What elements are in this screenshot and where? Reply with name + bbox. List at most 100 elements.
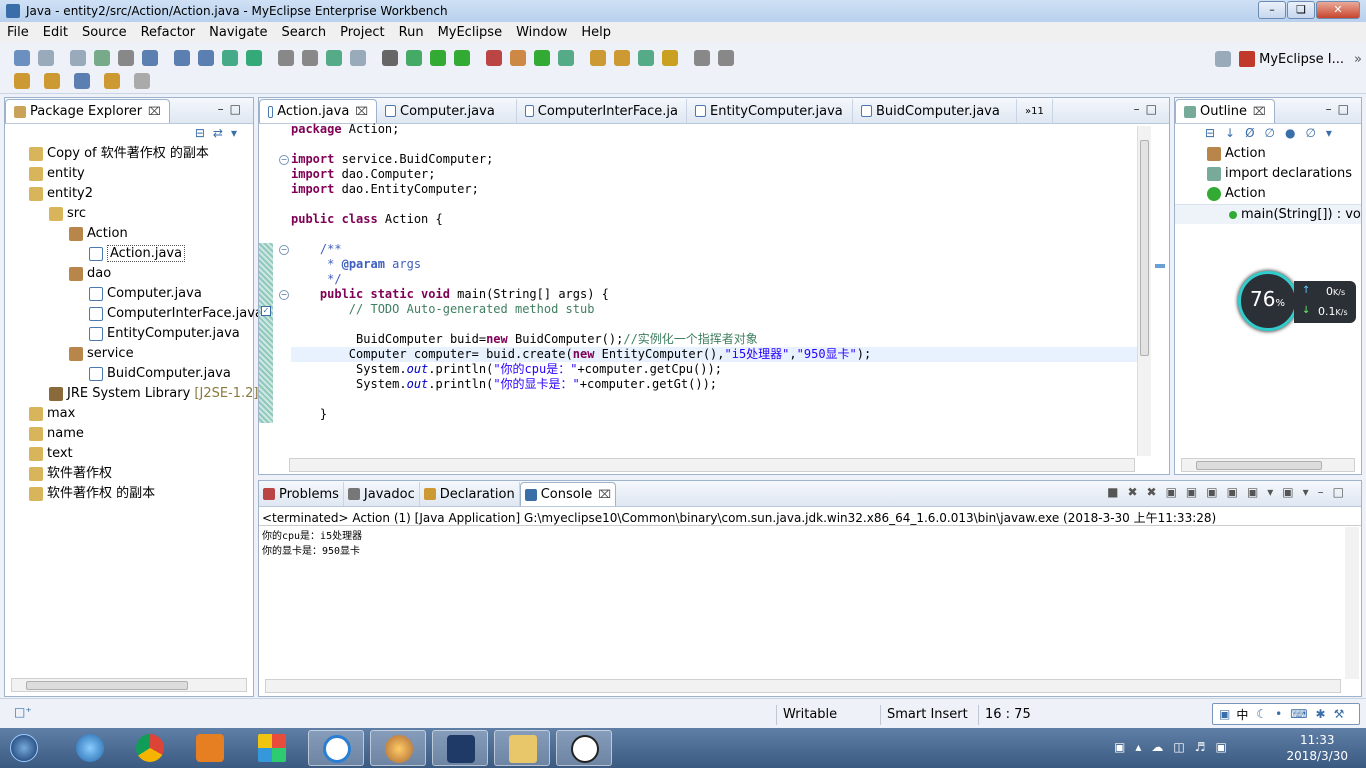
- toolbar-tool-24-icon[interactable]: [614, 50, 630, 66]
- explorer-horizontal-scrollbar[interactable]: [11, 678, 247, 692]
- clock[interactable]: 11:33 2018/3/30: [1286, 732, 1348, 764]
- tree-item[interactable]: name: [5, 424, 253, 444]
- outline-item[interactable]: import declarations: [1175, 164, 1361, 184]
- myeclipse-taskbar-button[interactable]: [432, 730, 488, 766]
- toolbar-tool-1-icon[interactable]: [14, 50, 30, 66]
- perspective-switcher[interactable]: MyEclipse I... »: [1211, 48, 1362, 70]
- network-speed-gauge[interactable]: 76% ↑ 0K/s ↓ 0.1K/s: [1238, 271, 1358, 331]
- tree-item[interactable]: ComputerInterFace.java: [5, 304, 263, 324]
- bottom-tab[interactable]: Javadoc: [344, 482, 420, 506]
- toolbar-tool-10-icon[interactable]: [246, 50, 262, 66]
- outline-horizontal-scrollbar[interactable]: [1181, 458, 1355, 472]
- tree-item[interactable]: JRE System Library [J2SE-1.2]: [5, 384, 259, 404]
- menu-run[interactable]: Run: [392, 25, 431, 40]
- system-tray-icons[interactable]: ▣▴☁◫♬▣: [1114, 740, 1237, 754]
- toolbar-tool-17-icon[interactable]: [430, 50, 446, 66]
- editor-tab[interactable]: EntityComputer.java: [687, 99, 853, 123]
- tab-outline[interactable]: Outline ⌧: [1175, 99, 1275, 123]
- toolbar-tool-13-icon[interactable]: [326, 50, 342, 66]
- toolbar-tool-6-icon[interactable]: [142, 50, 158, 66]
- ime-tools-icon[interactable]: ☾•⌨✱⚒: [1256, 707, 1352, 721]
- toolbar-tool-26-icon[interactable]: [662, 50, 678, 66]
- open-perspective-icon[interactable]: [1215, 51, 1232, 67]
- toolbar-tool-19-icon[interactable]: [486, 50, 502, 66]
- toolbar-tool-7-icon[interactable]: [174, 50, 190, 66]
- tree-item[interactable]: BuidComputer.java: [5, 364, 253, 384]
- toolbar-tool-4-icon[interactable]: [94, 50, 110, 66]
- start-button[interactable]: [0, 730, 50, 766]
- chrome-taskbar-button[interactable]: [122, 730, 178, 766]
- toolbar-tool-20-icon[interactable]: [510, 50, 526, 66]
- editor-tab[interactable]: ComputerInterFace.ja: [517, 99, 687, 123]
- menu-refactor[interactable]: Refactor: [134, 25, 203, 40]
- tree-item[interactable]: src: [5, 204, 253, 224]
- close-tab-icon[interactable]: ⌧: [598, 488, 611, 501]
- editor-tab[interactable]: Computer.java: [377, 99, 517, 123]
- menu-edit[interactable]: Edit: [36, 25, 75, 40]
- fold-toggle-icon[interactable]: −: [279, 290, 289, 300]
- toolbar-tool-9-icon[interactable]: [222, 50, 238, 66]
- menu-help[interactable]: Help: [574, 25, 618, 40]
- tree-item[interactable]: dao: [5, 264, 253, 284]
- explorer-taskbar-button[interactable]: [494, 730, 550, 766]
- explorer-actions[interactable]: ⊟⇄▾: [195, 126, 245, 140]
- perspective-overflow-icon[interactable]: »: [1354, 52, 1362, 67]
- editor-tab-overflow[interactable]: »11: [1017, 99, 1053, 123]
- close-tab-icon[interactable]: ⌧: [355, 105, 368, 118]
- toolbar-nav-2-icon[interactable]: [44, 73, 60, 89]
- qq-taskbar-button[interactable]: [556, 730, 612, 766]
- toolbar-tool-15-icon[interactable]: [382, 50, 398, 66]
- bottom-tab[interactable]: Declaration: [420, 482, 520, 506]
- bottom-tab[interactable]: Console ⌧: [519, 482, 616, 506]
- fold-toggle-icon[interactable]: −: [279, 155, 289, 165]
- toolbar-nav-5-icon[interactable]: [134, 73, 150, 89]
- editor-view-controls[interactable]: –□: [1134, 102, 1163, 116]
- toolbar-tool-14-icon[interactable]: [350, 50, 366, 66]
- console-actions[interactable]: ■✖✖▣▣▣▣▣▾▣▾–□: [1107, 485, 1353, 499]
- close-tab-icon[interactable]: ⌧: [1253, 105, 1266, 118]
- tree-item[interactable]: 软件著作权: [5, 464, 253, 484]
- tree-item[interactable]: entity: [5, 164, 253, 184]
- menu-project[interactable]: Project: [333, 25, 391, 40]
- ie-taskbar-button[interactable]: [62, 730, 118, 766]
- fast-view-icon[interactable]: □⁺: [14, 705, 32, 719]
- media-taskbar-button[interactable]: [182, 730, 238, 766]
- overview-ruler[interactable]: [1153, 126, 1167, 456]
- tree-item[interactable]: EntityComputer.java: [5, 324, 253, 344]
- menu-myeclipse[interactable]: MyEclipse: [431, 25, 510, 40]
- toolbar-nav-1-icon[interactable]: [14, 73, 30, 89]
- tree-item[interactable]: entity2: [5, 184, 253, 204]
- tree-item[interactable]: Computer.java: [5, 284, 253, 304]
- fold-toggle-icon[interactable]: −: [279, 245, 289, 255]
- outline-item[interactable]: main(String[]) : vo: [1175, 204, 1361, 224]
- tree-item[interactable]: Action.java: [5, 244, 253, 264]
- toolbar-tool-8-icon[interactable]: [198, 50, 214, 66]
- toolbar-tool-2-icon[interactable]: [38, 50, 54, 66]
- editor-horizontal-scrollbar[interactable]: [289, 458, 1135, 472]
- outline-item[interactable]: Action: [1175, 184, 1361, 204]
- toolbar-nav-3-icon[interactable]: [74, 73, 90, 89]
- store-taskbar-button[interactable]: [244, 730, 300, 766]
- tree-item[interactable]: Action: [5, 224, 253, 244]
- toolbar-tool-3-icon[interactable]: [70, 50, 86, 66]
- console-horizontal-scrollbar[interactable]: [265, 679, 1341, 693]
- tree-item[interactable]: max: [5, 404, 253, 424]
- toolbar-nav-4-icon[interactable]: [104, 73, 120, 89]
- editor-tab[interactable]: BuidComputer.java: [853, 99, 1017, 123]
- toolbar-tool-12-icon[interactable]: [302, 50, 318, 66]
- tab-package-explorer[interactable]: Package Explorer ⌧: [5, 99, 170, 123]
- menu-navigate[interactable]: Navigate: [202, 25, 274, 40]
- code-editor[interactable]: package Action; import service.BuidCompu…: [291, 122, 1141, 422]
- console-vertical-scrollbar[interactable]: [1345, 527, 1359, 679]
- close-button[interactable]: ✕: [1316, 1, 1360, 19]
- editor-vertical-scrollbar[interactable]: [1137, 126, 1151, 456]
- minimize-button[interactable]: –: [1258, 1, 1286, 19]
- toolbar-tool-21-icon[interactable]: [534, 50, 550, 66]
- toolbar-tool-25-icon[interactable]: [638, 50, 654, 66]
- console-output[interactable]: 你的cpu是：i5处理器 你的显卡是：950显卡: [262, 529, 362, 559]
- toolbar-tool-27-icon[interactable]: [694, 50, 710, 66]
- toolbar-tool-22-icon[interactable]: [558, 50, 574, 66]
- outline-actions[interactable]: ⊟↓Ø∅●∅▾: [1205, 126, 1342, 140]
- tree-item[interactable]: Copy of 软件著作权 的副本: [5, 144, 253, 164]
- tree-item[interactable]: 软件著作权 的副本: [5, 484, 253, 504]
